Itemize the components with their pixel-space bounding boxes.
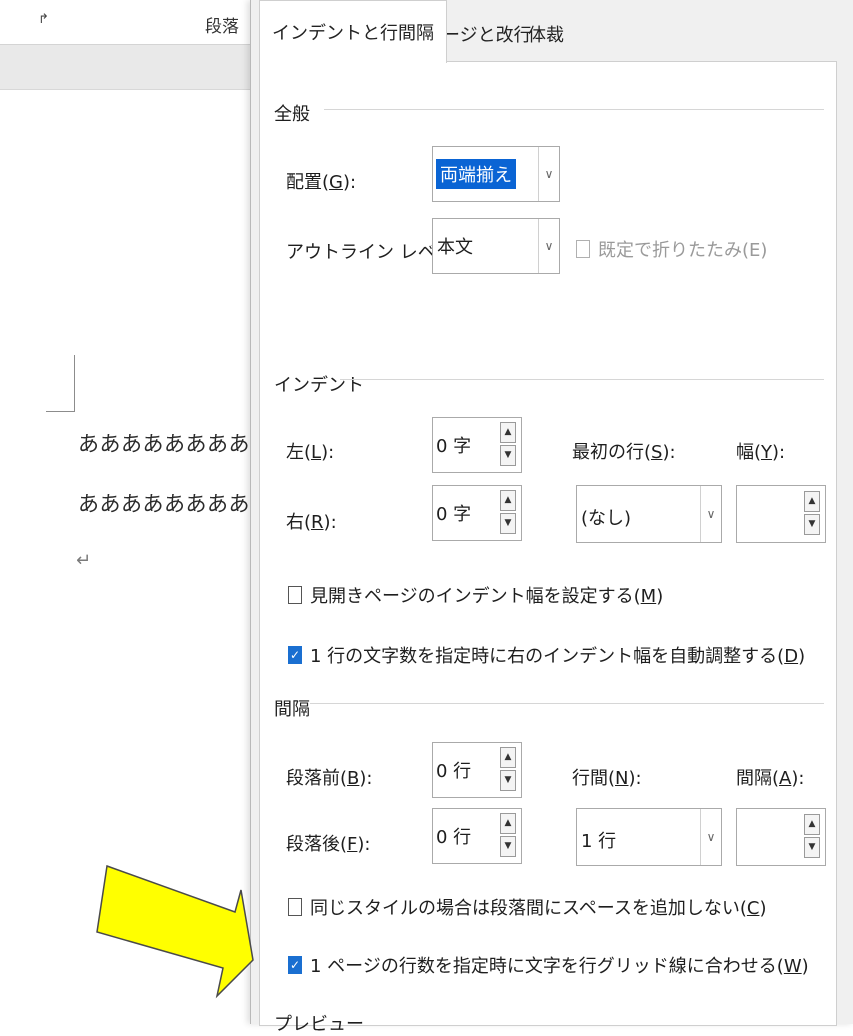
spin-down-icon[interactable]: ▼: [804, 514, 820, 535]
spin-up-icon[interactable]: ▲: [500, 422, 516, 443]
spacing-at-spinner[interactable]: ▲ ▼: [736, 808, 826, 866]
spin-down-icon[interactable]: ▼: [500, 445, 516, 466]
spin-up-icon[interactable]: ▲: [804, 491, 820, 512]
spin-down-icon[interactable]: ▼: [500, 513, 516, 534]
section-divider: [310, 703, 824, 704]
spin-up-icon[interactable]: ▲: [804, 814, 820, 835]
indent-right-label: 右(R):: [286, 512, 337, 533]
spin-up-icon[interactable]: ▲: [500, 490, 516, 511]
checkmark-icon: ✓: [288, 646, 302, 664]
checkbox-box-icon: [288, 586, 302, 604]
spacing-before-value: 0 行: [436, 761, 472, 782]
first-line-label: 最初の行(S):: [572, 442, 676, 463]
line-spacing-select[interactable]: 1 行 ∨: [576, 808, 722, 866]
annotation-arrow-icon: [96, 864, 254, 999]
mirror-indents-checkbox[interactable]: 見開きページのインデント幅を設定する(M): [288, 582, 663, 608]
section-indentation-title: インデント: [274, 375, 364, 396]
tab-panel: 全般 配置(G): 両端揃え ∨ アウトライン レベル(O): 本文 ∨ 既定で…: [259, 61, 837, 1035]
spacing-before-spinner[interactable]: 0 行 ▲ ▼: [432, 742, 522, 798]
section-general-title: 全般: [274, 104, 310, 125]
spacing-before-label: 段落前(B):: [286, 768, 373, 789]
spacing-after-value: 0 行: [436, 827, 472, 848]
checkbox-box-icon: [576, 240, 590, 258]
chevron-down-icon[interactable]: ∨: [538, 219, 559, 273]
ribbon-group-paragraph-label: 段落: [205, 17, 239, 37]
spacing-after-label: 段落後(F):: [286, 834, 371, 855]
paragraph-dialog: インデントと行間隔 改ページと改行 体裁 全般 配置(G): 両端揃え ∨ アウ…: [250, 0, 853, 1035]
spin-up-icon[interactable]: ▲: [500, 747, 516, 768]
chevron-down-icon[interactable]: ∨: [700, 809, 721, 865]
section-divider: [340, 379, 824, 380]
first-line-value: (なし): [581, 508, 632, 529]
margin-corner-mark: [46, 355, 75, 412]
spin-up-icon[interactable]: ▲: [500, 813, 516, 834]
auto-adjust-right-indent-checkbox[interactable]: ✓ 1 行の文字数を指定時に右のインデント幅を自動調整する(D): [288, 642, 805, 668]
alignment-select[interactable]: 両端揃え ∨: [432, 146, 560, 202]
indent-right-value: 0 字: [436, 504, 472, 525]
indent-by-spinner[interactable]: ▲ ▼: [736, 485, 826, 543]
section-spacing-title: 間隔: [274, 699, 310, 720]
indent-left-spinner[interactable]: 0 字 ▲ ▼: [432, 417, 522, 473]
alignment-value: 両端揃え: [436, 159, 516, 189]
dialog-launcher-icon[interactable]: ↱: [38, 12, 49, 27]
tab-indents-and-spacing[interactable]: インデントと行間隔: [259, 0, 447, 63]
arrow-shape: [96, 864, 254, 999]
spacing-after-spinner[interactable]: 0 行 ▲ ▼: [432, 808, 522, 864]
outline-level-select[interactable]: 本文 ∨: [432, 218, 560, 274]
checkbox-box-icon: [288, 898, 302, 916]
line-spacing-value: 1 行: [581, 831, 617, 852]
line-spacing-label: 行間(N):: [572, 768, 642, 789]
outline-level-value: 本文: [437, 237, 473, 258]
spacing-at-label: 間隔(A):: [736, 768, 805, 789]
spin-down-icon[interactable]: ▼: [500, 836, 516, 857]
section-divider: [324, 109, 824, 110]
snap-to-grid-checkbox[interactable]: ✓ 1 ページの行数を指定時に文字を行グリッド線に合わせる(W): [288, 952, 809, 978]
indent-right-spinner[interactable]: 0 字 ▲ ▼: [432, 485, 522, 541]
alignment-label: 配置(G):: [286, 172, 357, 193]
indent-by-label: 幅(Y):: [736, 442, 786, 463]
indent-left-label: 左(L):: [286, 442, 335, 463]
indent-left-value: 0 字: [436, 436, 472, 457]
spin-down-icon[interactable]: ▼: [500, 770, 516, 791]
first-line-select[interactable]: (なし) ∨: [576, 485, 722, 543]
no-space-same-style-checkbox[interactable]: 同じスタイルの場合は段落間にスペースを追加しない(C): [288, 894, 766, 920]
section-preview-title: プレビュー: [274, 1014, 364, 1035]
spin-down-icon[interactable]: ▼: [804, 837, 820, 858]
collapse-by-default-checkbox[interactable]: 既定で折りたたみ(E): [576, 236, 767, 262]
paragraph-mark-icon: ↵: [76, 550, 92, 571]
chevron-down-icon[interactable]: ∨: [700, 486, 721, 542]
checkmark-icon: ✓: [288, 956, 302, 974]
tab-asian-typography[interactable]: 体裁: [515, 10, 577, 62]
chevron-down-icon[interactable]: ∨: [538, 147, 559, 201]
